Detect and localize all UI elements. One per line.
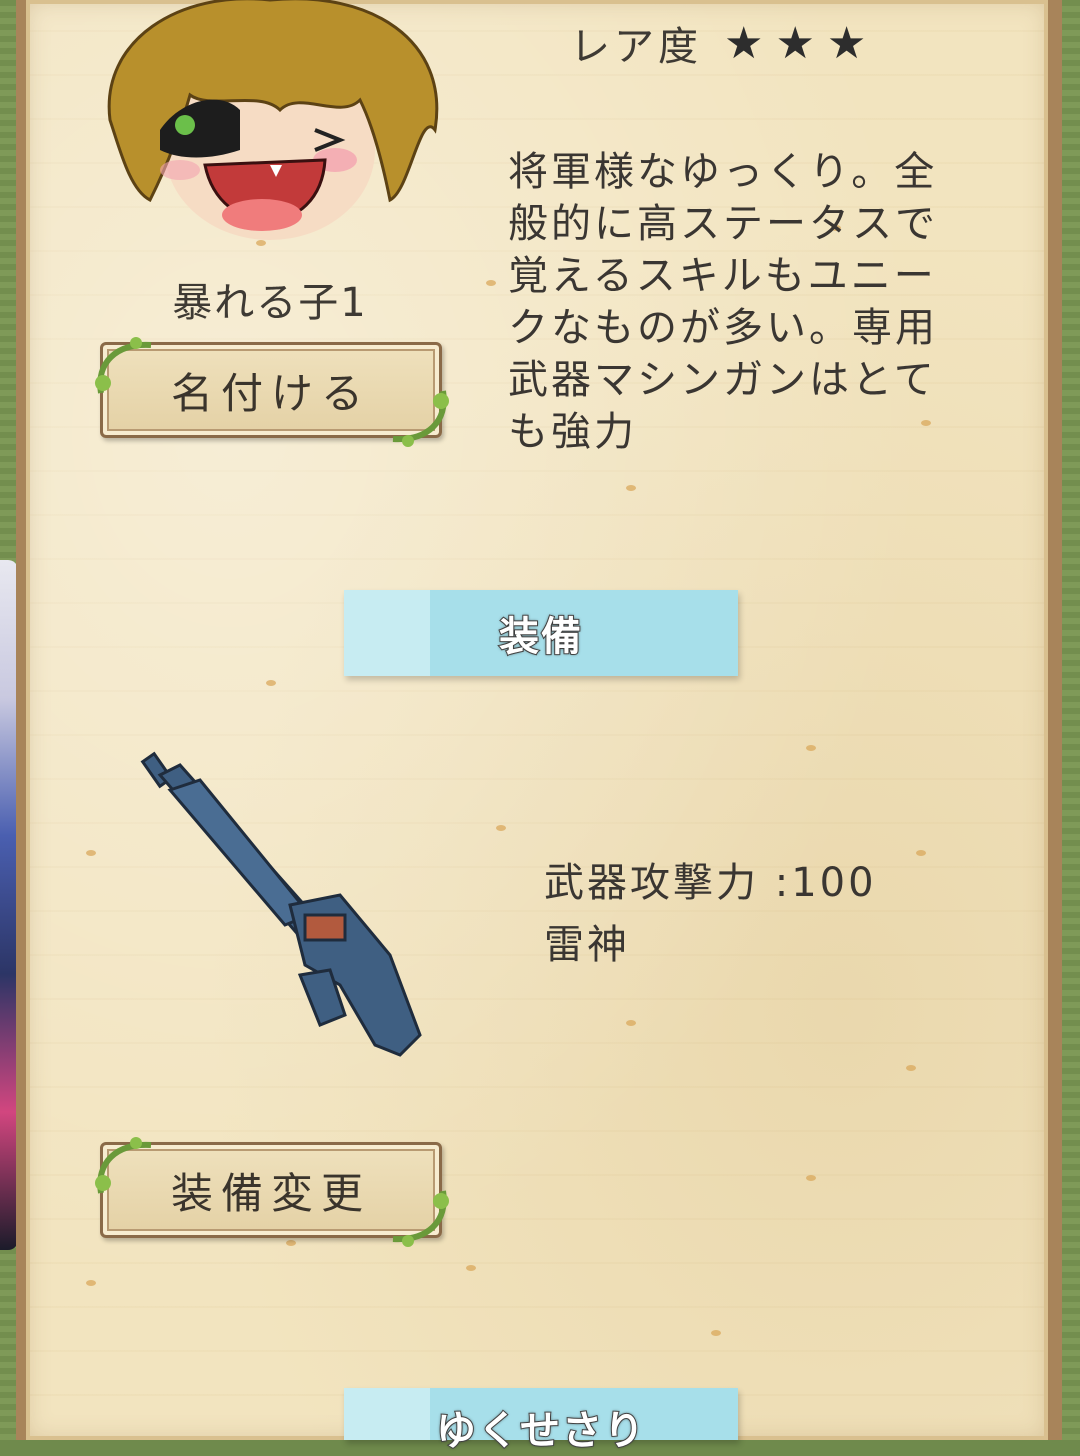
star-icon: ★ — [775, 17, 819, 69]
character-name: 暴れる子1 — [172, 280, 368, 326]
machine-gun-icon — [140, 751, 422, 1057]
next-header-label: ゆくせさり — [435, 1407, 646, 1455]
equipment-section-header: 装備 — [344, 590, 738, 676]
rarity-label: レア度 — [570, 24, 702, 70]
star-icon: ★ — [724, 17, 768, 69]
vine-ornament-icon — [95, 1137, 152, 1194]
star-icon: ★ — [826, 17, 871, 69]
rename-button[interactable]: 名付ける — [95, 337, 449, 447]
weapon-stats: 武器攻撃力 :100 雷神 — [544, 852, 877, 976]
equipment-header-label: 装備 — [498, 613, 583, 661]
vine-ornament-icon — [95, 337, 152, 394]
vine-ornament-icon — [392, 390, 449, 447]
character-description: 将軍様なゆっくり。全般的に高ステータスで覚えるスキルもユニークなものが多い。専用… — [508, 149, 938, 455]
rarity-stars: ★ ★ ★ — [724, 18, 870, 69]
weapon-attack: 武器攻撃力 :100 — [544, 860, 877, 906]
character-portrait — [107, 0, 439, 240]
change-equipment-label: 装備変更 — [170, 1168, 371, 1218]
weapon-name: 雷神 — [544, 922, 630, 968]
vine-ornament-icon — [392, 1190, 449, 1247]
rarity-display: レア度 ★ ★ ★ — [570, 14, 870, 72]
next-section-header: ゆくせさり — [344, 1388, 738, 1455]
rename-button-label: 名付ける — [170, 368, 371, 418]
change-equipment-button[interactable]: 装備変更 — [95, 1137, 449, 1247]
